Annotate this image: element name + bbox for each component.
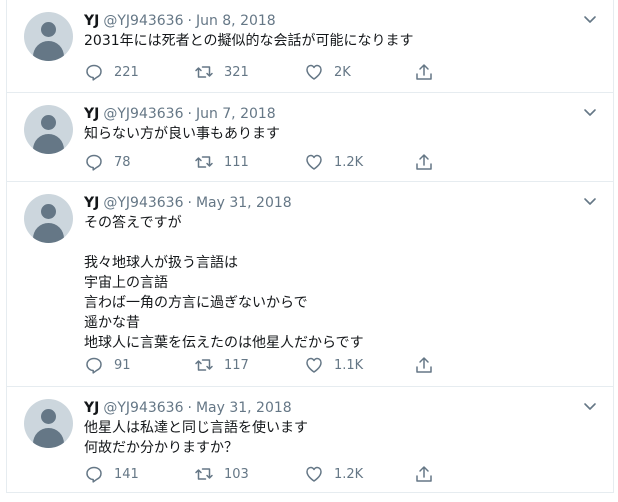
tweet[interactable]: YJ @YJ943636 · May 31, 2018 他星人は私達と同じ言語を使いま… [7,387,613,493]
retweet-icon [195,156,213,168]
retweet-count: 111 [224,154,249,170]
share-icon [416,466,432,482]
avatar[interactable] [24,105,73,154]
share-button[interactable] [414,62,444,82]
avatar[interactable] [24,194,73,243]
chevron-down-icon[interactable] [583,15,597,25]
retweet-count: 103 [224,466,249,482]
retweet-button[interactable]: 117 [194,355,249,375]
reply-icon [86,357,102,374]
heart-icon [306,64,322,80]
timestamp[interactable]: Jun 7, 2018 [196,106,276,122]
chevron-down-icon[interactable] [583,108,597,118]
share-button[interactable] [414,152,444,172]
timestamp[interactable]: May 31, 2018 [196,195,292,211]
handle[interactable]: @YJ943636 [103,195,183,211]
tweet-text: その答えですが 我々地球人が扱う言語は 宇宙上の言語 言わば一角の方言に過ぎない… [84,215,364,351]
tweet-text: 他星人は私達と同じ言語を使います 何故だか分かりますか？ [84,420,308,456]
reply-button[interactable]: 78 [84,152,131,172]
reply-count: 78 [114,154,131,170]
tweet-actions: 141 103 1.2K [84,464,524,484]
timeline: YJ @YJ943636 · Jun 8, 2018 2031年には死者との擬似的な会… [6,0,614,493]
separator: · [187,13,192,29]
retweet-button[interactable]: 111 [194,152,249,172]
tweet-header: YJ @YJ943636 · Jun 8, 2018 [84,11,603,31]
reply-count: 221 [114,64,139,80]
tweet-actions: 91 117 1.1K [84,355,524,375]
tweet[interactable]: YJ @YJ943636 · May 31, 2018 その答えですが 我々地球人が扱… [7,182,613,387]
tweet[interactable]: YJ @YJ943636 · Jun 8, 2018 2031年には死者との擬似的な会… [7,0,613,93]
handle[interactable]: @YJ943636 [103,400,183,416]
heart-icon [306,466,322,482]
retweet-icon [195,468,213,480]
share-icon [416,154,432,170]
like-count: 1.2K [334,466,364,482]
reply-count: 91 [114,357,131,373]
like-count: 2K [334,64,351,80]
tweet-header: YJ @YJ943636 · May 31, 2018 [84,398,603,418]
share-button[interactable] [414,464,444,484]
reply-count: 141 [114,466,139,482]
tweet-content: YJ @YJ943636 · May 31, 2018 他星人は私達と同じ言語を使いま… [84,398,603,458]
avatar[interactable] [24,399,73,448]
handle[interactable]: @YJ943636 [103,13,183,29]
display-name[interactable]: YJ [84,13,99,29]
display-name[interactable]: YJ [84,195,99,211]
retweet-icon [195,359,213,371]
reply-button[interactable]: 91 [84,355,131,375]
reply-button[interactable]: 221 [84,62,139,82]
handle[interactable]: @YJ943636 [103,106,183,122]
retweet-count: 321 [224,64,249,80]
heart-icon [306,154,322,170]
like-button[interactable]: 1.1K [304,355,363,375]
tweet-text: 2031年には死者との擬似的な会話が可能になります [84,33,414,49]
tweet-text: 知らない方が良い事もあります [84,126,280,142]
like-count: 1.1K [334,357,364,373]
tweet-content: YJ @YJ943636 · Jun 8, 2018 2031年には死者との擬似的な会… [84,11,603,51]
share-icon [416,357,432,373]
tweet-actions: 221 321 2K [84,62,524,82]
retweet-count: 117 [224,357,249,373]
display-name[interactable]: YJ [84,400,99,416]
separator: · [187,195,192,211]
chevron-down-icon[interactable] [583,402,597,412]
tweet-header: YJ @YJ943636 · May 31, 2018 [84,193,603,213]
reply-icon [86,154,102,171]
separator: · [187,106,192,122]
avatar[interactable] [24,12,73,61]
reply-icon [86,466,102,483]
like-button[interactable]: 1.2K [304,464,363,484]
retweet-button[interactable]: 321 [194,62,249,82]
timestamp[interactable]: May 31, 2018 [196,400,292,416]
like-button[interactable]: 2K [304,62,351,82]
chevron-down-icon[interactable] [583,197,597,207]
share-button[interactable] [414,355,444,375]
timestamp[interactable]: Jun 8, 2018 [196,13,276,29]
like-button[interactable]: 1.2K [304,152,363,172]
tweet-actions: 78 111 1.2K [84,152,524,172]
reply-icon [86,64,102,81]
separator: · [187,400,192,416]
reply-button[interactable]: 141 [84,464,139,484]
tweet-content: YJ @YJ943636 · May 31, 2018 その答えですが 我々地球人が扱… [84,193,603,353]
tweet[interactable]: YJ @YJ943636 · Jun 7, 2018 知らない方が良い事もあります 7… [7,93,613,182]
retweet-button[interactable]: 103 [194,464,249,484]
display-name[interactable]: YJ [84,106,99,122]
tweet-header: YJ @YJ943636 · Jun 7, 2018 [84,104,603,124]
heart-icon [306,357,322,373]
share-icon [416,64,432,80]
retweet-icon [195,66,213,78]
tweet-content: YJ @YJ943636 · Jun 7, 2018 知らない方が良い事もあります [84,104,603,144]
like-count: 1.2K [334,154,364,170]
